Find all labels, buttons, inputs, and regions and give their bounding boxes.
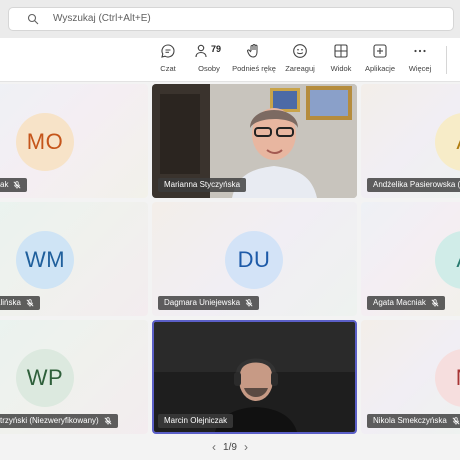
participant-name: zak	[0, 180, 9, 189]
smiley-icon	[293, 44, 307, 58]
avatar-initials: N	[456, 365, 460, 391]
avatar-initials: WM	[24, 247, 66, 272]
video-grid: MO zak Marianna Styczyńska A An	[0, 82, 460, 460]
participant-nameplate: Marcin Olejniczak	[158, 414, 234, 428]
toolbar-divider	[446, 46, 447, 74]
participant-tile[interactable]: WM alińska	[0, 202, 148, 316]
mic-off-icon	[104, 417, 112, 425]
avatar-initials: A	[456, 247, 460, 273]
chat-label: Czat	[160, 64, 176, 73]
avatar: MO	[16, 113, 74, 171]
participant-nameplate: alińska	[0, 296, 40, 310]
people-icon	[195, 44, 207, 58]
avatar: A	[435, 231, 460, 289]
mic-off-icon	[431, 299, 439, 307]
participant-tile[interactable]: A Andżelika Pasierowska (	[361, 84, 460, 198]
participant-nameplate: Agata Macniak	[367, 296, 445, 310]
raise-hand-label: Podnieś rękę	[232, 64, 276, 73]
participant-nameplate: Andżelika Pasierowska (	[367, 178, 460, 192]
mic-off-icon	[13, 181, 21, 189]
previous-page-button[interactable]: ‹	[212, 440, 216, 454]
participant-nameplate: Marianna Styczyńska	[158, 178, 247, 192]
participant-count: 79	[211, 44, 222, 54]
participant-tile[interactable]: DU Dagmara Uniejewska	[152, 202, 357, 316]
page-indicator: 1/9	[223, 441, 237, 453]
avatar: WP	[16, 349, 74, 407]
participant-video-tile[interactable]: Marianna Styczyńska	[152, 84, 357, 198]
participant-name: Andżelika Pasierowska (	[373, 180, 460, 189]
chat-button[interactable]: Czat	[145, 43, 191, 73]
avatar-initials: A	[456, 129, 460, 155]
participant-tile[interactable]: MO zak	[0, 84, 148, 198]
avatar-initials: DU	[237, 247, 271, 272]
gallery-pager: ‹ 1/9 ›	[0, 440, 460, 454]
participant-tile[interactable]: WP strzyński (Niezweryfikowany)	[0, 320, 148, 434]
participant-tile[interactable]: A Agata Macniak	[361, 202, 460, 316]
participant-name: alińska	[0, 298, 21, 307]
avatar: WM	[16, 231, 74, 289]
avatar: A	[435, 113, 460, 171]
search-placeholder: Wyszukaj (Ctrl+Alt+E)	[53, 13, 151, 24]
more-label: Więcej	[408, 64, 432, 73]
people-button[interactable]: 79 Osoby	[186, 43, 232, 73]
participant-nameplate: Nikola Smekczyńska	[367, 414, 460, 428]
mic-off-icon	[245, 299, 253, 307]
avatar-initials: MO	[26, 129, 64, 154]
people-label: Osoby	[198, 64, 220, 73]
search-icon	[27, 13, 39, 25]
react-button[interactable]: Zareaguj	[277, 43, 323, 73]
raise-hand-button[interactable]: Podnieś rękę	[231, 43, 277, 73]
mic-off-icon	[26, 299, 34, 307]
active-speaker-tile[interactable]: Marcin Olejniczak	[152, 320, 357, 434]
grid-icon	[334, 44, 348, 58]
avatar-initials: WP	[26, 365, 64, 390]
hand-icon	[247, 43, 258, 58]
participant-name: Marianna Styczyńska	[164, 180, 241, 189]
next-page-button[interactable]: ›	[244, 440, 248, 454]
participant-name: Agata Macniak	[373, 298, 426, 307]
participant-nameplate: strzyński (Niezweryfikowany)	[0, 414, 118, 428]
chat-icon	[161, 44, 175, 58]
meeting-toolbar: Czat 79 Osoby Podnieś rękę Zareaguj Wido…	[0, 38, 460, 82]
add-app-icon	[373, 44, 387, 58]
react-label: Zareaguj	[285, 64, 315, 73]
more-icon	[414, 49, 426, 53]
participant-nameplate: Dagmara Uniejewska	[158, 296, 260, 310]
participant-nameplate: zak	[0, 178, 28, 192]
participant-name: Marcin Olejniczak	[164, 416, 228, 425]
more-button[interactable]: Więcej	[397, 43, 443, 73]
title-bar: Wyszukaj (Ctrl+Alt+E)	[0, 0, 460, 38]
participant-name: Nikola Smekczyńska	[373, 416, 447, 425]
search-box[interactable]: Wyszukaj (Ctrl+Alt+E)	[8, 7, 454, 31]
avatar: DU	[225, 231, 283, 289]
participant-name: Dagmara Uniejewska	[164, 298, 241, 307]
participant-tile[interactable]: N Nikola Smekczyńska	[361, 320, 460, 434]
participant-name: strzyński (Niezweryfikowany)	[0, 416, 99, 425]
avatar: N	[435, 349, 460, 407]
mic-off-icon	[452, 417, 460, 425]
